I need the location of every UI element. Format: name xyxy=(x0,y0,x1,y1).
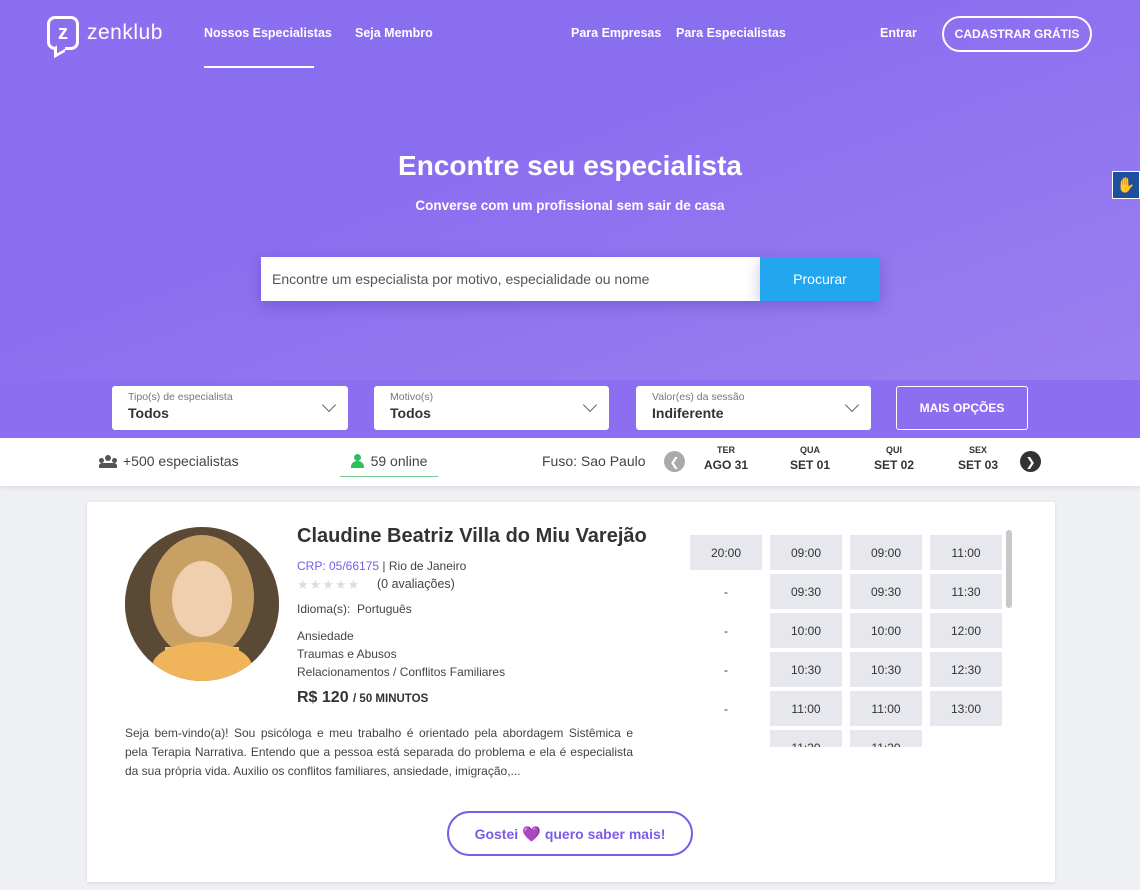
topic-item: Traumas e Abusos xyxy=(297,647,397,661)
like-suffix: quero saber mais! xyxy=(544,825,666,842)
filter-label: Tipo(s) de especialista xyxy=(128,391,233,403)
filter-reason[interactable]: Motivo(s) Todos xyxy=(374,386,609,430)
online-filter[interactable]: 59 online xyxy=(340,445,438,477)
language-label: Idioma(s): xyxy=(297,602,351,616)
day-weekday: TER xyxy=(717,445,735,455)
search-input[interactable]: Encontre um especialista por motivo, esp… xyxy=(261,257,760,301)
time-slot-button[interactable]: 10:30 xyxy=(850,652,922,687)
topic-item: Relacionamentos / Conflitos Familiares xyxy=(297,665,506,679)
day-header: QUI SET 02 xyxy=(864,445,924,472)
time-slot-button[interactable]: 11:30 xyxy=(850,730,922,747)
day-date: SET 01 xyxy=(789,458,831,472)
session-price: R$ 120 / 50 MINUTOS xyxy=(297,689,428,707)
signup-button[interactable]: CADASTRAR GRÁTIS xyxy=(942,16,1092,52)
time-slot-button[interactable]: 20:00 xyxy=(690,535,762,570)
time-slot-button[interactable]: 11:00 xyxy=(930,535,1002,570)
time-slot-button[interactable]: 10:30 xyxy=(770,652,842,687)
price-duration: / 50 MINUTOS xyxy=(353,693,429,705)
filter-label: Valor(es) da sessão xyxy=(652,391,745,403)
city: Rio de Janeiro xyxy=(388,559,467,573)
search-button[interactable]: Procurar xyxy=(760,257,880,301)
time-slot-button[interactable]: 09:00 xyxy=(850,535,922,570)
hero-title: Encontre seu especialista xyxy=(398,150,742,181)
online-count: 59 xyxy=(370,452,387,469)
timezone-label: Fuso: Sao Paulo xyxy=(542,453,646,469)
day-weekday: QUI xyxy=(885,445,902,455)
time-slot-empty: - xyxy=(690,730,762,748)
slots-scrollbar-thumb[interactable] xyxy=(1006,530,1012,608)
nav-link-seja-membro[interactable]: Seja Membro xyxy=(355,26,433,40)
crp-number: CRP: 05/66175 xyxy=(297,559,380,573)
people-icon xyxy=(99,455,117,468)
nav-link-para-especialistas[interactable]: Para Especialistas xyxy=(676,26,786,40)
hero-subtitle: Converse com um profissional sem sair de… xyxy=(415,198,725,213)
specialist-avatar[interactable] xyxy=(125,527,279,681)
time-slot-empty: - xyxy=(724,662,728,677)
heart-icon: 💜 xyxy=(522,825,541,843)
filter-value: Todos xyxy=(390,405,431,421)
time-slot-button[interactable]: 13:00 xyxy=(930,691,1002,726)
filter-label: Motivo(s) xyxy=(390,391,434,403)
more-options-button[interactable]: MAIS OPÇÕES xyxy=(896,386,1028,430)
day-weekday: QUA xyxy=(800,445,820,455)
top-nav: z zenklub Nossos Especialistas Seja Memb… xyxy=(0,0,1140,70)
learn-more-button[interactable]: Gostei 💜 quero saber mais! xyxy=(447,811,693,856)
crp-row: CRP: 05/66175 | Rio de Janeiro xyxy=(297,559,467,573)
time-slot-button[interactable]: 11:30 xyxy=(770,730,842,747)
prev-days-arrow-icon[interactable]: ❮ xyxy=(664,451,685,472)
time-slot-button[interactable]: 11:00 xyxy=(770,691,842,726)
day-header: SEX SET 03 xyxy=(948,445,1008,472)
time-slot-button[interactable]: 11:00 xyxy=(850,691,922,726)
time-slot-button[interactable]: 09:30 xyxy=(850,574,922,609)
language-value: Português xyxy=(357,602,412,616)
time-slot-button[interactable]: 11:30 xyxy=(930,574,1002,609)
filter-price[interactable]: Valor(es) da sessão Indiferente xyxy=(636,386,871,430)
time-slot-button[interactable]: 12:00 xyxy=(930,613,1002,648)
topics-list: Ansiedade Traumas e Abusos Relacionament… xyxy=(297,627,505,681)
reviews-count: (0 avaliações) xyxy=(377,577,455,591)
specialist-name[interactable]: Claudine Beatriz Villa do Miu Varejão xyxy=(297,525,647,548)
time-slot-button[interactable]: 09:30 xyxy=(770,574,842,609)
logo-text: zenklub xyxy=(87,21,163,44)
day-date: SET 03 xyxy=(957,458,999,472)
logo[interactable]: z zenklub xyxy=(47,16,163,50)
topic-item: Ansiedade xyxy=(297,629,354,643)
filter-value: Indiferente xyxy=(652,405,724,421)
person-online-icon xyxy=(350,453,364,468)
time-slots-grid: 20:00 09:00 09:00 11:00-09:30 09:30 11:30-10:… xyxy=(690,535,1006,747)
nav-link-especialistas[interactable]: Nossos Especialistas xyxy=(204,26,332,40)
day-header: QUA SET 01 xyxy=(780,445,840,472)
filter-value: Todos xyxy=(128,405,169,421)
time-slot-button[interactable]: 12:30 xyxy=(930,652,1002,687)
time-slot-empty: - xyxy=(930,730,1002,748)
specialist-bio: Seja bem-vindo(a)! Sou psicóloga e meu t… xyxy=(125,726,633,778)
day-weekday: SEX xyxy=(968,445,987,455)
nav-link-empresas[interactable]: Para Empresas xyxy=(571,26,661,40)
time-slot-button[interactable]: 10:00 xyxy=(850,613,922,648)
time-slot-button[interactable]: 09:00 xyxy=(770,535,842,570)
accessibility-sign-language-icon[interactable]: ✋ xyxy=(1112,171,1140,199)
like-prefix: Gostei xyxy=(474,825,519,842)
time-slot-empty: - xyxy=(724,623,728,638)
logo-mark-icon: z xyxy=(47,16,79,50)
online-label: online xyxy=(390,452,428,469)
next-days-arrow-icon[interactable]: ❯ xyxy=(1020,451,1041,472)
language-row: Idioma(s): Português xyxy=(297,602,412,616)
day-date: SET 02 xyxy=(873,458,915,472)
active-nav-underline xyxy=(204,66,314,68)
filter-specialist-type[interactable]: Tipo(s) de especialista Todos xyxy=(112,386,348,430)
specialist-count: +500 especialistas xyxy=(99,453,239,469)
day-date: AGO 31 xyxy=(703,458,748,472)
star-rating-icon: ★★★★★ xyxy=(297,577,361,592)
time-slot-empty: - xyxy=(724,584,728,599)
nav-link-entrar[interactable]: Entrar xyxy=(880,26,917,40)
time-slot-empty: - xyxy=(724,701,728,716)
specialist-count-text: +500 especialistas xyxy=(123,453,239,469)
price-value: R$ 120 xyxy=(297,689,349,706)
time-slot-button[interactable]: 10:00 xyxy=(770,613,842,648)
day-header: TER AGO 31 xyxy=(696,445,756,472)
